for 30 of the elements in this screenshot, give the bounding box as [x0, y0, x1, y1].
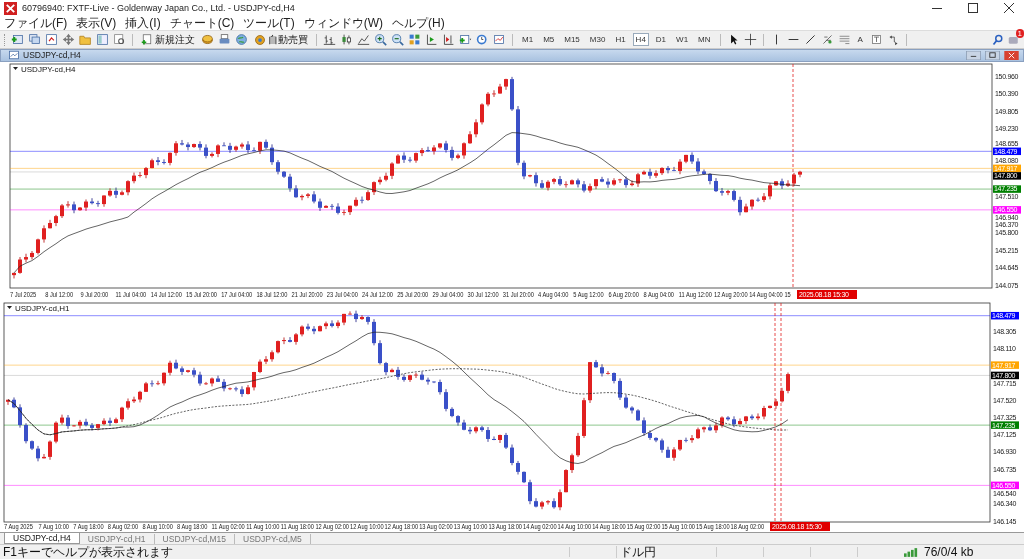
chart-symbol-label: USDJPY-cd,H1: [15, 303, 70, 313]
chart-tab[interactable]: USDJPY-cd,H1: [79, 534, 155, 545]
menu-item[interactable]: チャート(C): [169, 17, 235, 30]
timeframe-button[interactable]: H4: [632, 33, 649, 47]
status-help-text: F1キーでヘルプが表示されます: [3, 546, 174, 559]
text-tool-button[interactable]: A: [854, 33, 866, 47]
chart-window-title: USDJPY-cd,H4: [23, 50, 81, 61]
menu-item[interactable]: ウィンドウ(W): [303, 17, 383, 30]
auto-trading-button[interactable]: 自動売買: [252, 32, 310, 47]
new-order-button[interactable]: 新規注文: [139, 32, 197, 47]
menu-item[interactable]: ツール(T): [243, 17, 295, 30]
connection-traffic: 76/0/4 kb: [924, 546, 975, 559]
timeframe-button[interactable]: M15: [561, 33, 583, 47]
timeframe-button[interactable]: D1: [652, 33, 670, 47]
chart-symbol-label: USDJPY-cd,H4: [21, 64, 76, 74]
menu-item[interactable]: ファイル(F): [4, 17, 68, 30]
timeframe-button[interactable]: M30: [586, 33, 609, 47]
menu-item[interactable]: ヘルプ(H): [392, 17, 445, 30]
chart-tab[interactable]: USDJPY-cd,H4: [4, 533, 80, 545]
menu-item[interactable]: 表示(V): [76, 17, 117, 30]
timeframe-button[interactable]: H1: [612, 33, 629, 47]
menu-item[interactable]: 挿入(I): [125, 17, 161, 30]
chart-tab[interactable]: USDJPY-cd,M5: [235, 534, 311, 545]
timeframe-button[interactable]: M5: [540, 33, 558, 47]
chart-tab[interactable]: USDJPY-cd,M15: [154, 534, 236, 545]
window-title: 60796940: FXTF-Live - Goldenway Japan Co., Ltd. - USDJPY-cd,H4: [22, 3, 295, 14]
notification-badge: 1: [1015, 28, 1024, 38]
timeframe-button[interactable]: MN: [695, 33, 714, 47]
timeframe-button[interactable]: W1: [673, 33, 692, 47]
timeframe-button[interactable]: M1: [519, 33, 537, 47]
